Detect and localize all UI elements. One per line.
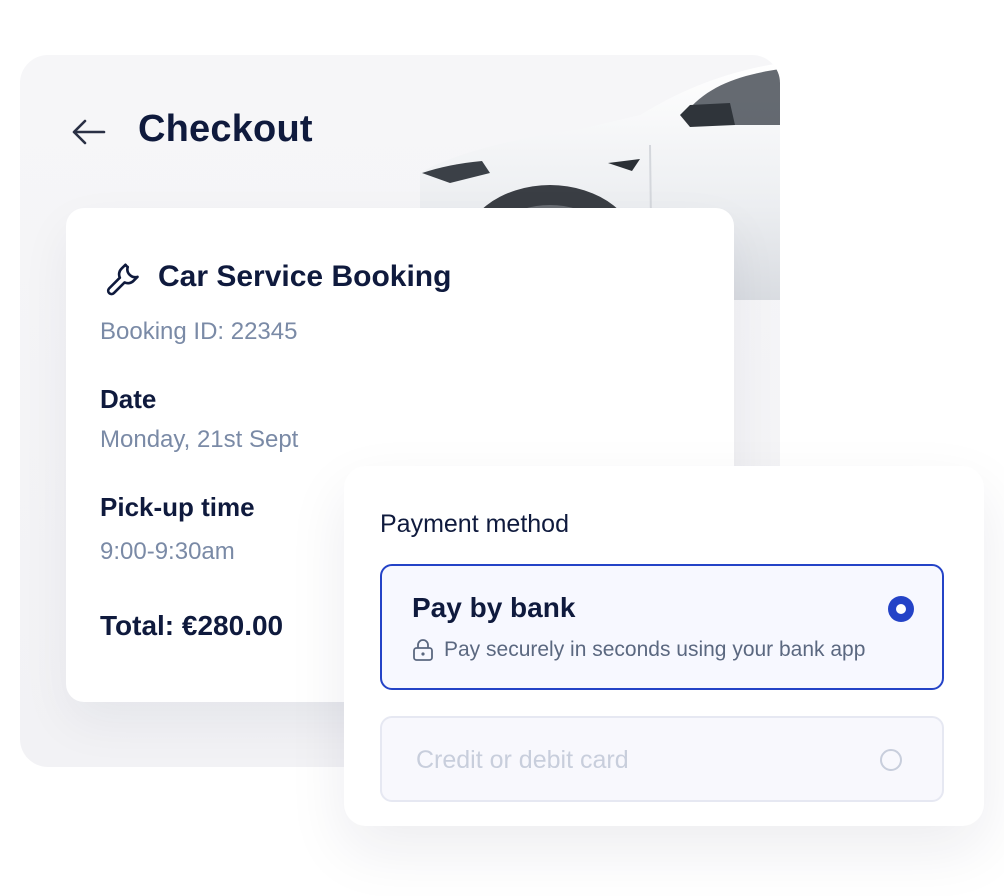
pay-by-bank-subtitle: Pay securely in seconds using your bank … [444,638,866,661]
pay-by-bank-title: Pay by bank [412,592,576,623]
date-value: Monday, 21st Sept [100,426,299,453]
booking-title: Car Service Booking [158,260,452,293]
payment-method-card: Payment method Pay by bank Pay securely … [344,466,984,826]
pickup-value: 9:00-9:30am [100,538,235,565]
arrow-left-icon [72,119,106,145]
pay-by-bank-radio[interactable] [888,596,914,622]
card-payment-title: Credit or debit card [416,746,629,774]
total-amount: Total: €280.00 [100,610,284,641]
pay-by-bank-subtitle-row: Pay securely in seconds using your bank … [412,638,865,662]
booking-id: Booking ID: 22345 [100,318,298,345]
pickup-label: Pick-up time [100,492,255,522]
card-payment-option[interactable]: Credit or debit card [380,716,944,802]
lock-icon [413,639,433,661]
booking-header: Car Service Booking [102,256,451,298]
card-payment-radio[interactable] [880,749,902,771]
back-button[interactable] [68,112,108,152]
payment-heading: Payment method [380,510,569,538]
date-label: Date [100,384,157,414]
wrench-icon [106,263,139,296]
page-title: Checkout [138,108,313,150]
pay-by-bank-option[interactable]: Pay by bank Pay securely in seconds usin… [380,564,944,690]
